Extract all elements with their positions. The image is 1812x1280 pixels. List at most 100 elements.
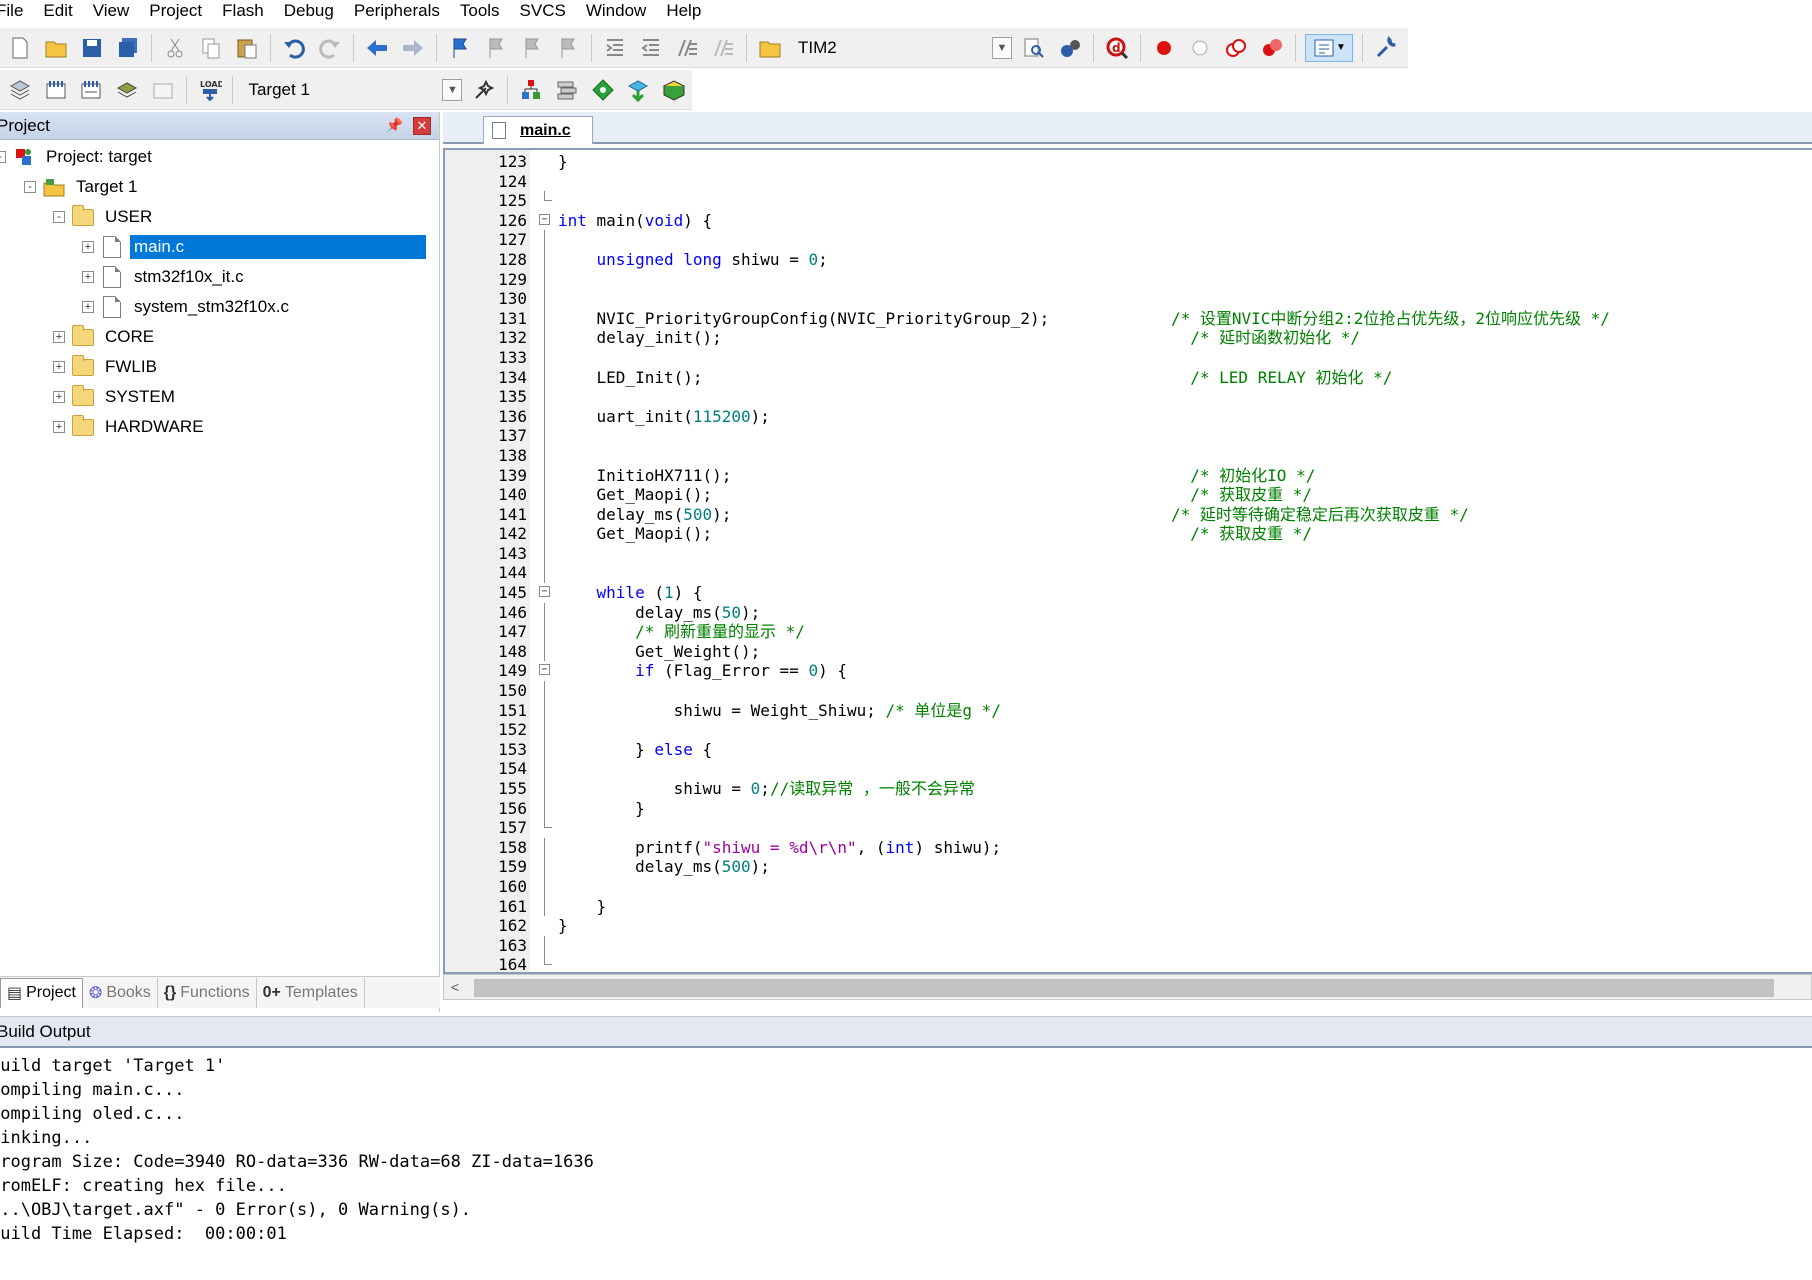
select-packs-icon[interactable] — [553, 76, 581, 104]
fold-guide — [544, 445, 545, 466]
new-file-icon[interactable] — [6, 34, 34, 62]
chevron-down-icon[interactable]: ▼ — [442, 78, 463, 101]
fold-guide — [544, 524, 545, 544]
start-debug-icon[interactable]: d — [1103, 34, 1131, 62]
expand-icon[interactable]: + — [53, 421, 65, 433]
rebuild-icon[interactable] — [78, 76, 106, 104]
expand-icon[interactable]: + — [82, 241, 94, 253]
chevron-down-icon[interactable]: ▼ — [992, 36, 1012, 59]
comment-icon[interactable] — [673, 34, 701, 62]
tree-item-hardware-folder[interactable]: + HARDWARE — [0, 412, 439, 442]
collapse-icon[interactable]: - — [24, 181, 36, 193]
pin-icon[interactable]: 📌 — [386, 117, 403, 134]
next-bookmark-icon[interactable] — [518, 34, 546, 62]
indent-icon[interactable] — [601, 34, 629, 62]
tab-project[interactable]: ▤ Project — [0, 977, 83, 1008]
manage-project-items-icon[interactable] — [517, 76, 545, 104]
translate-icon[interactable] — [6, 76, 34, 104]
line-number: 139 — [498, 465, 527, 485]
fold-guide — [544, 249, 545, 270]
code-text: Get_Weight(); — [558, 641, 761, 661]
menu-window[interactable]: Window — [576, 0, 656, 22]
menu-tools[interactable]: Tools — [450, 0, 510, 22]
insert-bookmark-icon[interactable] — [446, 34, 474, 62]
menu-debug[interactable]: Debug — [274, 0, 344, 22]
tree-item-system-folder[interactable]: + SYSTEM — [0, 382, 439, 412]
close-icon[interactable]: ✕ — [413, 116, 431, 135]
tab-books[interactable]: ❂ Books — [83, 977, 158, 1008]
fold-toggle-icon[interactable]: − — [539, 586, 550, 598]
expand-icon[interactable]: + — [82, 271, 94, 283]
tree-item-fwlib-folder[interactable]: + FWLIB — [0, 352, 439, 382]
disable-breakpoints-icon[interactable] — [1222, 34, 1250, 62]
menu-project[interactable]: Project — [139, 0, 212, 22]
build-output-log[interactable]: Build target 'Target 1' compiling main.c… — [0, 1048, 1812, 1246]
software-packs-icon[interactable] — [660, 76, 688, 104]
tree-item-target[interactable]: - Target 1 — [0, 172, 439, 202]
horizontal-scrollbar[interactable]: < — [443, 974, 1812, 1000]
window-layout-icon[interactable]: ▼ — [1305, 33, 1353, 62]
redo-icon[interactable] — [316, 34, 344, 62]
stop-build-icon[interactable] — [149, 76, 177, 104]
tree-item-system-stm32f10x-c[interactable]: + system_stm32f10x.c — [0, 292, 439, 322]
navigate-back-icon[interactable] — [363, 34, 391, 62]
build-icon[interactable] — [42, 76, 70, 104]
separator — [270, 33, 271, 62]
kill-breakpoints-icon[interactable] — [1258, 34, 1286, 62]
scroll-thumb[interactable] — [474, 979, 1774, 997]
menu-svcs[interactable]: SVCS — [510, 0, 576, 22]
cut-icon[interactable] — [161, 34, 189, 62]
menu-help[interactable]: Help — [656, 0, 711, 22]
tree-item-label: FWLIB — [105, 357, 157, 376]
menu-edit[interactable]: Edit — [33, 0, 82, 22]
paste-icon[interactable] — [233, 34, 261, 62]
menu-file[interactable]: File — [0, 0, 33, 22]
unindent-icon[interactable] — [637, 34, 665, 62]
fold-toggle-icon[interactable]: − — [539, 664, 550, 676]
previous-bookmark-icon[interactable] — [482, 34, 510, 62]
editor-body[interactable]: 123} 124 125 126− int main(void) {127 128 uns… — [443, 148, 1812, 974]
target-options-icon[interactable] — [470, 76, 498, 104]
tab-functions[interactable]: {} Functions — [158, 977, 257, 1008]
expand-icon[interactable]: + — [53, 361, 65, 373]
find-combo[interactable]: TIM2 ▼ — [792, 34, 1012, 62]
code-text: shiwu = Weight_Shiwu; /* 单位是g */ — [558, 700, 1001, 720]
navigate-forward-icon[interactable] — [399, 34, 427, 62]
scroll-left-icon[interactable]: < — [444, 979, 466, 995]
save-icon[interactable] — [78, 34, 106, 62]
download-icon[interactable]: LOAD — [196, 76, 224, 104]
tab-main-c[interactable]: main.c — [483, 116, 593, 144]
tree-item-core-folder[interactable]: + CORE — [0, 322, 439, 352]
enable-breakpoint-icon[interactable] — [1186, 34, 1214, 62]
expand-icon[interactable]: + — [53, 391, 65, 403]
menu-view[interactable]: View — [83, 0, 140, 22]
undo-icon[interactable] — [280, 34, 308, 62]
incremental-find-icon[interactable] — [1056, 34, 1084, 62]
copy-icon[interactable] — [197, 34, 225, 62]
insert-breakpoint-icon[interactable] — [1150, 34, 1178, 62]
tree-item-user-folder[interactable]: - USER — [0, 202, 439, 232]
fold-toggle-icon[interactable]: − — [539, 213, 550, 225]
target-select[interactable]: Target 1 ▼ — [242, 76, 463, 104]
pack-installer-icon[interactable] — [624, 76, 652, 104]
tree-item-main-c[interactable]: + main.c — [0, 232, 439, 262]
menu-flash[interactable]: Flash — [212, 0, 274, 22]
configure-icon[interactable] — [1372, 34, 1400, 62]
tab-templates[interactable]: 0+ Templates — [257, 977, 365, 1008]
expand-icon[interactable]: + — [53, 331, 65, 343]
find-in-files-icon[interactable] — [756, 34, 784, 62]
tree-item-project[interactable]: - Project: target — [0, 142, 439, 172]
menu-peripherals[interactable]: Peripherals — [344, 0, 450, 22]
collapse-icon[interactable]: - — [53, 211, 65, 223]
file-icon — [100, 296, 124, 318]
collapse-icon[interactable]: - — [0, 151, 6, 163]
tree-item-stm32f10x-it-c[interactable]: + stm32f10x_it.c — [0, 262, 439, 292]
clear-bookmarks-icon[interactable] — [554, 34, 582, 62]
expand-icon[interactable]: + — [82, 301, 94, 313]
save-all-icon[interactable] — [114, 34, 142, 62]
batch-build-icon[interactable] — [113, 76, 141, 104]
find-icon[interactable] — [1020, 34, 1048, 62]
open-file-icon[interactable] — [42, 34, 70, 62]
manage-rte-icon[interactable] — [589, 76, 617, 104]
uncomment-icon[interactable] — [709, 34, 737, 62]
